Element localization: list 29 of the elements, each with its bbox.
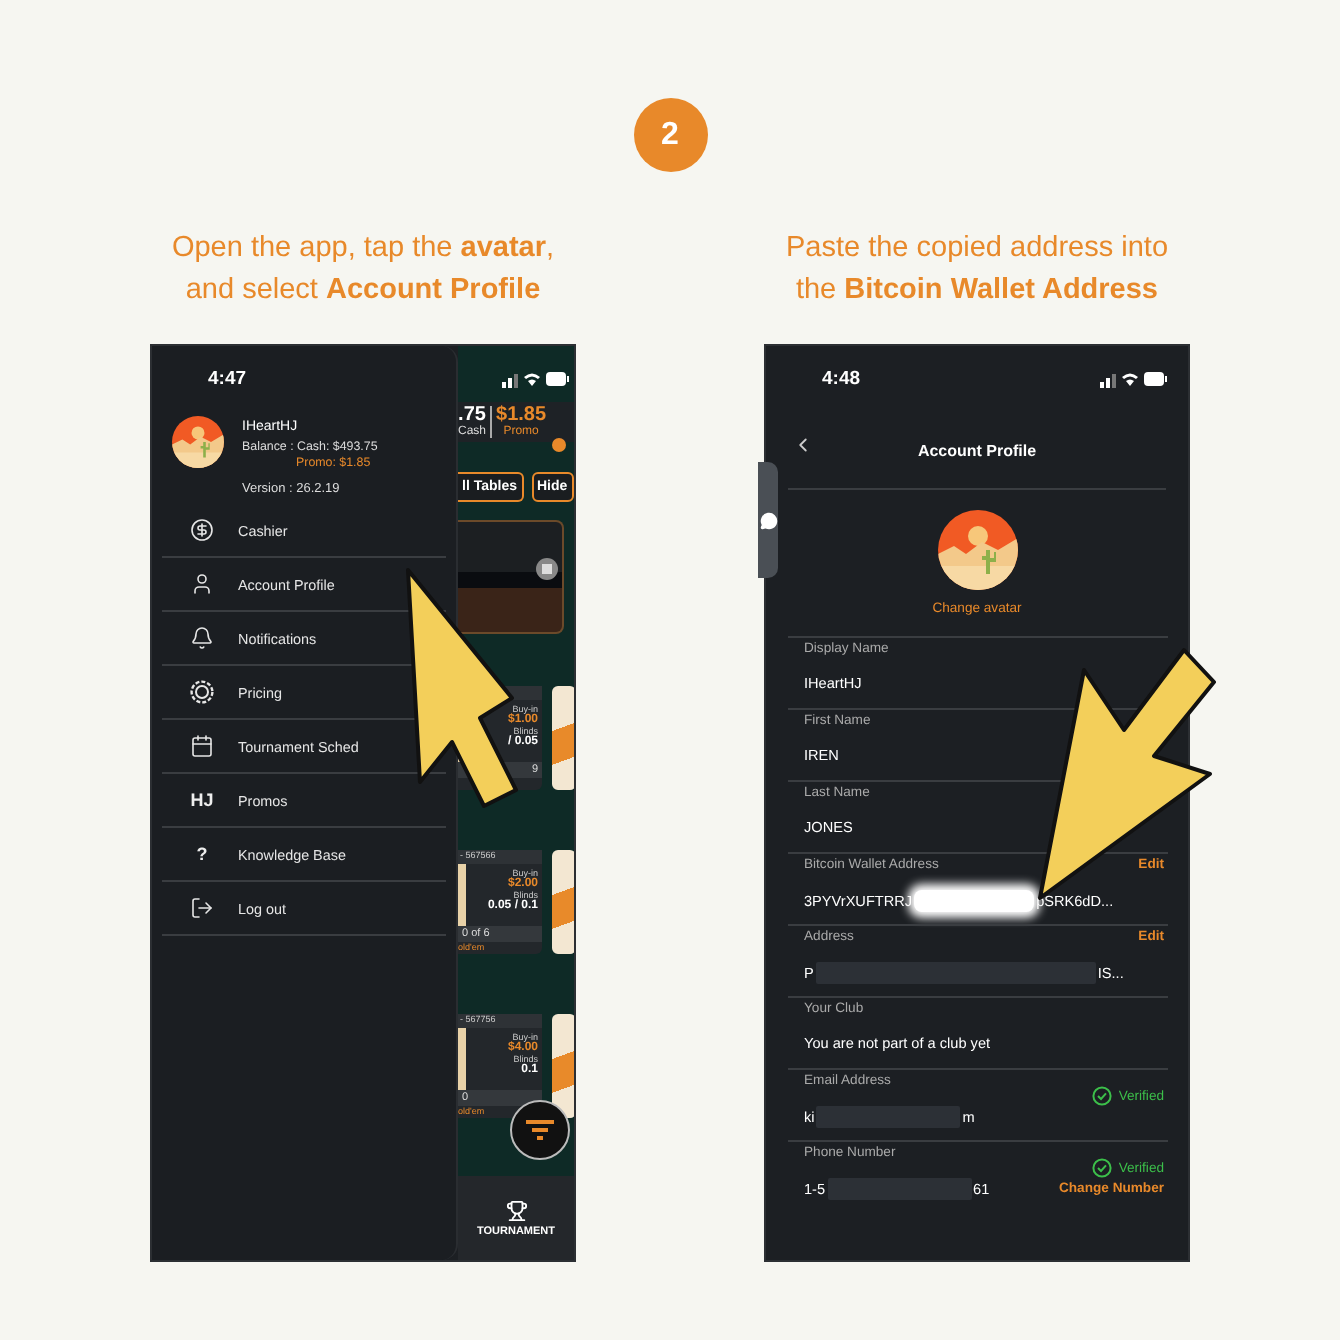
- trophy-icon: [505, 1199, 527, 1221]
- logout-icon: [190, 896, 214, 920]
- menu-glyph-icon: HJ: [190, 790, 214, 810]
- bell-icon: [190, 626, 214, 650]
- step-number: 2: [633, 98, 707, 172]
- cash-amount: .75: [458, 406, 486, 426]
- calendar-icon: [190, 734, 214, 758]
- avatar[interactable]: [937, 510, 1017, 590]
- step-caption: Open the app, tap the avatar, and select Account Profile: [171, 230, 555, 310]
- chat-tab[interactable]: [758, 462, 778, 578]
- table-card[interactable]: [552, 1014, 574, 1118]
- check-circle-icon: [1092, 1086, 1113, 1106]
- status-time: 4:48: [822, 367, 861, 389]
- person-icon: [190, 572, 214, 596]
- chip-icon: [190, 680, 214, 704]
- status-icons: [502, 369, 570, 387]
- menu-glyph-icon: ?: [190, 844, 214, 864]
- filter-icon: [526, 1120, 554, 1140]
- screen-title: Account Profile: [917, 441, 1037, 459]
- status-icons: [1100, 369, 1168, 387]
- chat-icon: [759, 511, 777, 529]
- dollar-icon: [190, 518, 214, 542]
- check-circle-icon: [1092, 1158, 1113, 1178]
- step-caption: Paste the copied address into the Bitcoin Wallet Address: [785, 230, 1169, 310]
- filter-button[interactable]: [510, 1100, 570, 1160]
- promo-amount: $1.85: [496, 406, 547, 426]
- status-time: 4:47: [208, 367, 247, 389]
- blurred-area: [914, 890, 1035, 912]
- avatar[interactable]: [172, 416, 224, 468]
